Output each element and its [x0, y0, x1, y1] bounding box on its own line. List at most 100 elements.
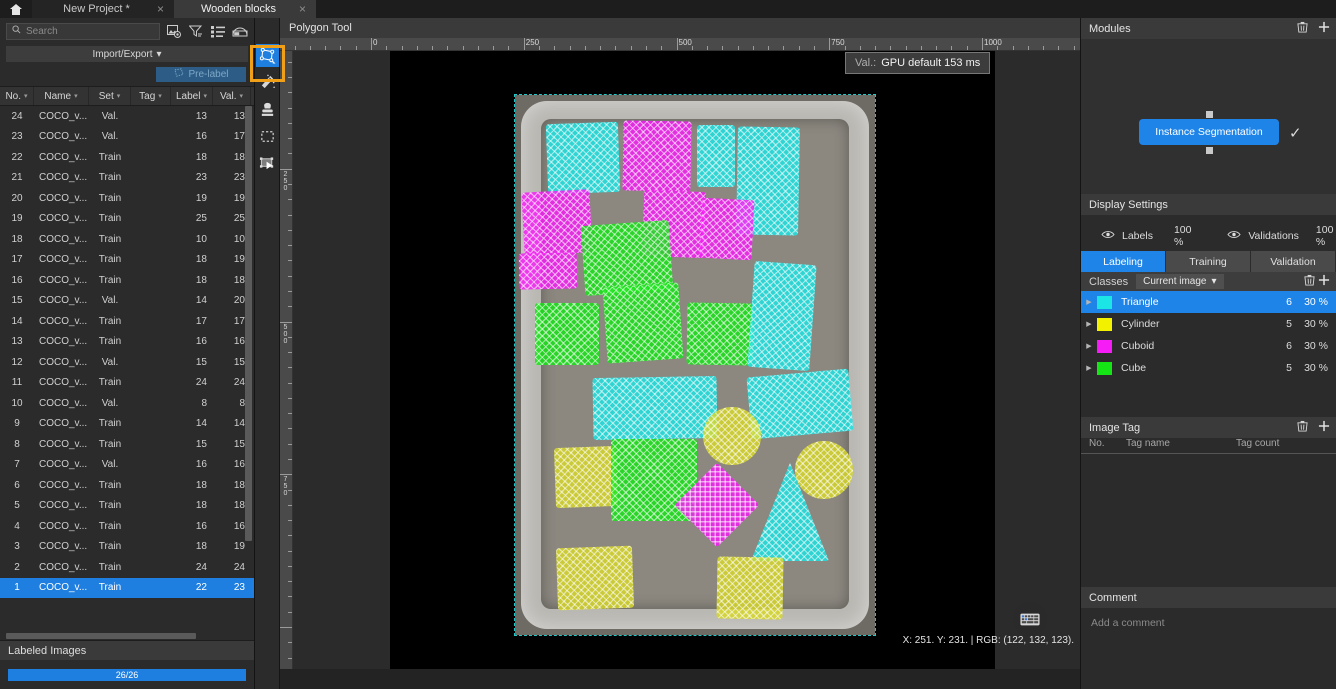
home-button[interactable] — [0, 0, 32, 18]
table-row[interactable]: 11 COCO_v... Train 24 24 — [0, 373, 254, 394]
table-vertical-scrollbar[interactable] — [245, 106, 252, 632]
expand-arrow-icon[interactable]: ▶ — [1081, 342, 1097, 350]
tab-training[interactable]: Training — [1166, 251, 1251, 272]
tab-new-project[interactable]: New Project * × — [32, 0, 174, 18]
column-header-name[interactable]: Name ▾ — [34, 87, 89, 105]
table-row[interactable]: 4 COCO_v... Train 16 16 — [0, 516, 254, 537]
cell-label: 23 — [195, 172, 207, 184]
pre-label-button[interactable]: Pre-label — [156, 66, 246, 82]
table-row[interactable]: 21 COCO_v... Train 23 23 — [0, 168, 254, 189]
column-header-set[interactable]: Set ▾ — [89, 87, 131, 105]
delete-tag-icon[interactable] — [1297, 420, 1308, 435]
add-module-icon[interactable] — [1318, 21, 1330, 36]
image-canvas[interactable]: X: 251. Y: 231. | RGB: (122, 132, 123). — [293, 51, 1080, 669]
table-row[interactable]: 19 COCO_v... Train 25 25 — [0, 209, 254, 230]
add-class-icon[interactable] — [1318, 274, 1330, 289]
delete-class-icon[interactable] — [1304, 274, 1318, 289]
classes-scope-dropdown[interactable]: Current image ▾ — [1136, 274, 1224, 289]
table-row[interactable]: 18 COCO_v... Train 10 10 — [0, 229, 254, 250]
comment-input[interactable]: Add a comment — [1081, 608, 1336, 629]
column-header-val[interactable]: Val. ▾ — [213, 87, 251, 105]
import-export-button[interactable]: Import/Export ▾ — [6, 46, 248, 62]
column-header-tag[interactable]: Tag ▾ — [131, 87, 171, 105]
cell-label: 18 — [195, 151, 207, 163]
validations-visibility[interactable]: Validations 100 % — [1227, 224, 1336, 248]
left-panel: Import/Export ▾ Pre-label No.▾ Name▾ Set… — [0, 18, 255, 689]
class-color-swatch[interactable] — [1097, 339, 1112, 353]
table-horizontal-scrollbar[interactable] — [0, 632, 254, 640]
stamp-tool-button[interactable] — [256, 98, 279, 121]
cell-no: 18 — [11, 233, 23, 245]
tab-wooden-blocks[interactable]: Wooden blocks × — [174, 0, 316, 18]
class-row[interactable]: ▶ Triangle 6 30 % — [1081, 291, 1336, 313]
class-color-swatch[interactable] — [1097, 361, 1112, 375]
keyboard-shortcuts-button[interactable] — [1013, 602, 1047, 636]
table-row[interactable]: 23 COCO_v... Val. 16 17 — [0, 127, 254, 148]
table-row[interactable]: 3 COCO_v... Train 18 19 — [0, 537, 254, 558]
table-row[interactable]: 10 COCO_v... Val. 8 8 — [0, 393, 254, 414]
column-header-no[interactable]: No. ▾ — [0, 87, 34, 105]
selection-bounding-box[interactable] — [514, 94, 876, 636]
table-row[interactable]: 6 COCO_v... Train 18 18 — [0, 475, 254, 496]
add-tag-icon[interactable] — [1318, 420, 1330, 435]
image-tag-list[interactable] — [1081, 454, 1336, 587]
cell-name: COCO_v... — [39, 110, 88, 122]
image-tag-columns: No. Tag name Tag count — [1081, 438, 1336, 454]
module-check-icon[interactable]: ✓ — [1289, 124, 1302, 142]
search-input[interactable] — [26, 25, 154, 37]
class-color-swatch[interactable] — [1097, 317, 1112, 331]
delete-module-icon[interactable] — [1297, 21, 1308, 36]
column-header-label[interactable]: Label ▾ — [171, 87, 213, 105]
tab-labeling[interactable]: Labeling — [1081, 251, 1166, 272]
marquee-select-tool-button[interactable] — [256, 125, 279, 148]
table-row[interactable]: 24 COCO_v... Val. 13 13 — [0, 106, 254, 127]
table-row[interactable]: 5 COCO_v... Train 18 18 — [0, 496, 254, 517]
table-row[interactable]: 2 COCO_v... Train 24 24 — [0, 557, 254, 578]
table-row[interactable]: 9 COCO_v... Train 14 14 — [0, 414, 254, 435]
table-row[interactable]: 7 COCO_v... Val. 16 16 — [0, 455, 254, 476]
cell-label: 16 — [195, 520, 207, 532]
cell-label: 22 — [195, 582, 207, 594]
labels-visibility[interactable]: Labels 100 % — [1101, 224, 1195, 248]
cell-no: 14 — [11, 315, 23, 327]
cell-label: 14 — [195, 418, 207, 430]
class-list: ▶ Triangle 6 30 % ▶ Cylinder 5 30 % ▶ Cuboid 6 30 %… — [1081, 291, 1336, 379]
comment-body[interactable] — [1081, 629, 1336, 689]
tab-validation[interactable]: Validation — [1251, 251, 1336, 272]
table-row[interactable]: 15 COCO_v... Val. 14 20 — [0, 291, 254, 312]
table-row[interactable]: 20 COCO_v... Train 19 19 — [0, 188, 254, 209]
table-row[interactable]: 1 COCO_v... Train 22 23 — [0, 577, 254, 598]
class-row[interactable]: ▶ Cylinder 5 30 % — [1081, 313, 1336, 335]
table-row[interactable]: 8 COCO_v... Train 15 15 — [0, 434, 254, 455]
list-icon[interactable] — [210, 24, 226, 39]
class-color-swatch[interactable] — [1097, 295, 1112, 309]
eye-icon[interactable] — [1227, 230, 1241, 242]
search-input-wrapper[interactable] — [6, 22, 160, 40]
close-icon[interactable]: × — [299, 2, 306, 16]
table-row[interactable]: 22 COCO_v... Train 18 18 — [0, 147, 254, 168]
expand-arrow-icon[interactable]: ▶ — [1081, 298, 1097, 306]
filter-icon[interactable] — [188, 24, 204, 39]
close-icon[interactable]: × — [157, 2, 164, 16]
eye-icon[interactable] — [1101, 230, 1115, 242]
module-node-instance-segmentation[interactable]: Instance Segmentation — [1139, 119, 1279, 145]
table-row[interactable]: 17 COCO_v... Train 18 19 — [0, 250, 254, 271]
expand-arrow-icon[interactable]: ▶ — [1081, 320, 1097, 328]
node-handle-bottom[interactable] — [1206, 147, 1213, 154]
class-row[interactable]: ▶ Cube 5 30 % — [1081, 357, 1336, 379]
cell-set: Val. — [101, 459, 119, 471]
node-handle-top[interactable] — [1206, 111, 1213, 118]
class-row[interactable]: ▶ Cuboid 6 30 % — [1081, 335, 1336, 357]
validations-label: Validations — [1248, 230, 1299, 242]
table-row[interactable]: 14 COCO_v... Train 17 17 — [0, 311, 254, 332]
ruler-tick — [462, 46, 464, 50]
table-row[interactable]: 12 COCO_v... Val. 15 15 — [0, 352, 254, 373]
modules-canvas[interactable]: Instance Segmentation ✓ — [1081, 39, 1336, 194]
table-row[interactable]: 13 COCO_v... Train 16 16 — [0, 332, 254, 353]
layout-icon[interactable] — [232, 24, 248, 39]
image-settings-icon[interactable] — [166, 24, 182, 39]
table-row[interactable]: 16 COCO_v... Train 18 18 — [0, 270, 254, 291]
expand-arrow-icon[interactable]: ▶ — [1081, 364, 1097, 372]
cell-no: 21 — [11, 172, 23, 184]
move-tool-button[interactable] — [256, 152, 279, 175]
